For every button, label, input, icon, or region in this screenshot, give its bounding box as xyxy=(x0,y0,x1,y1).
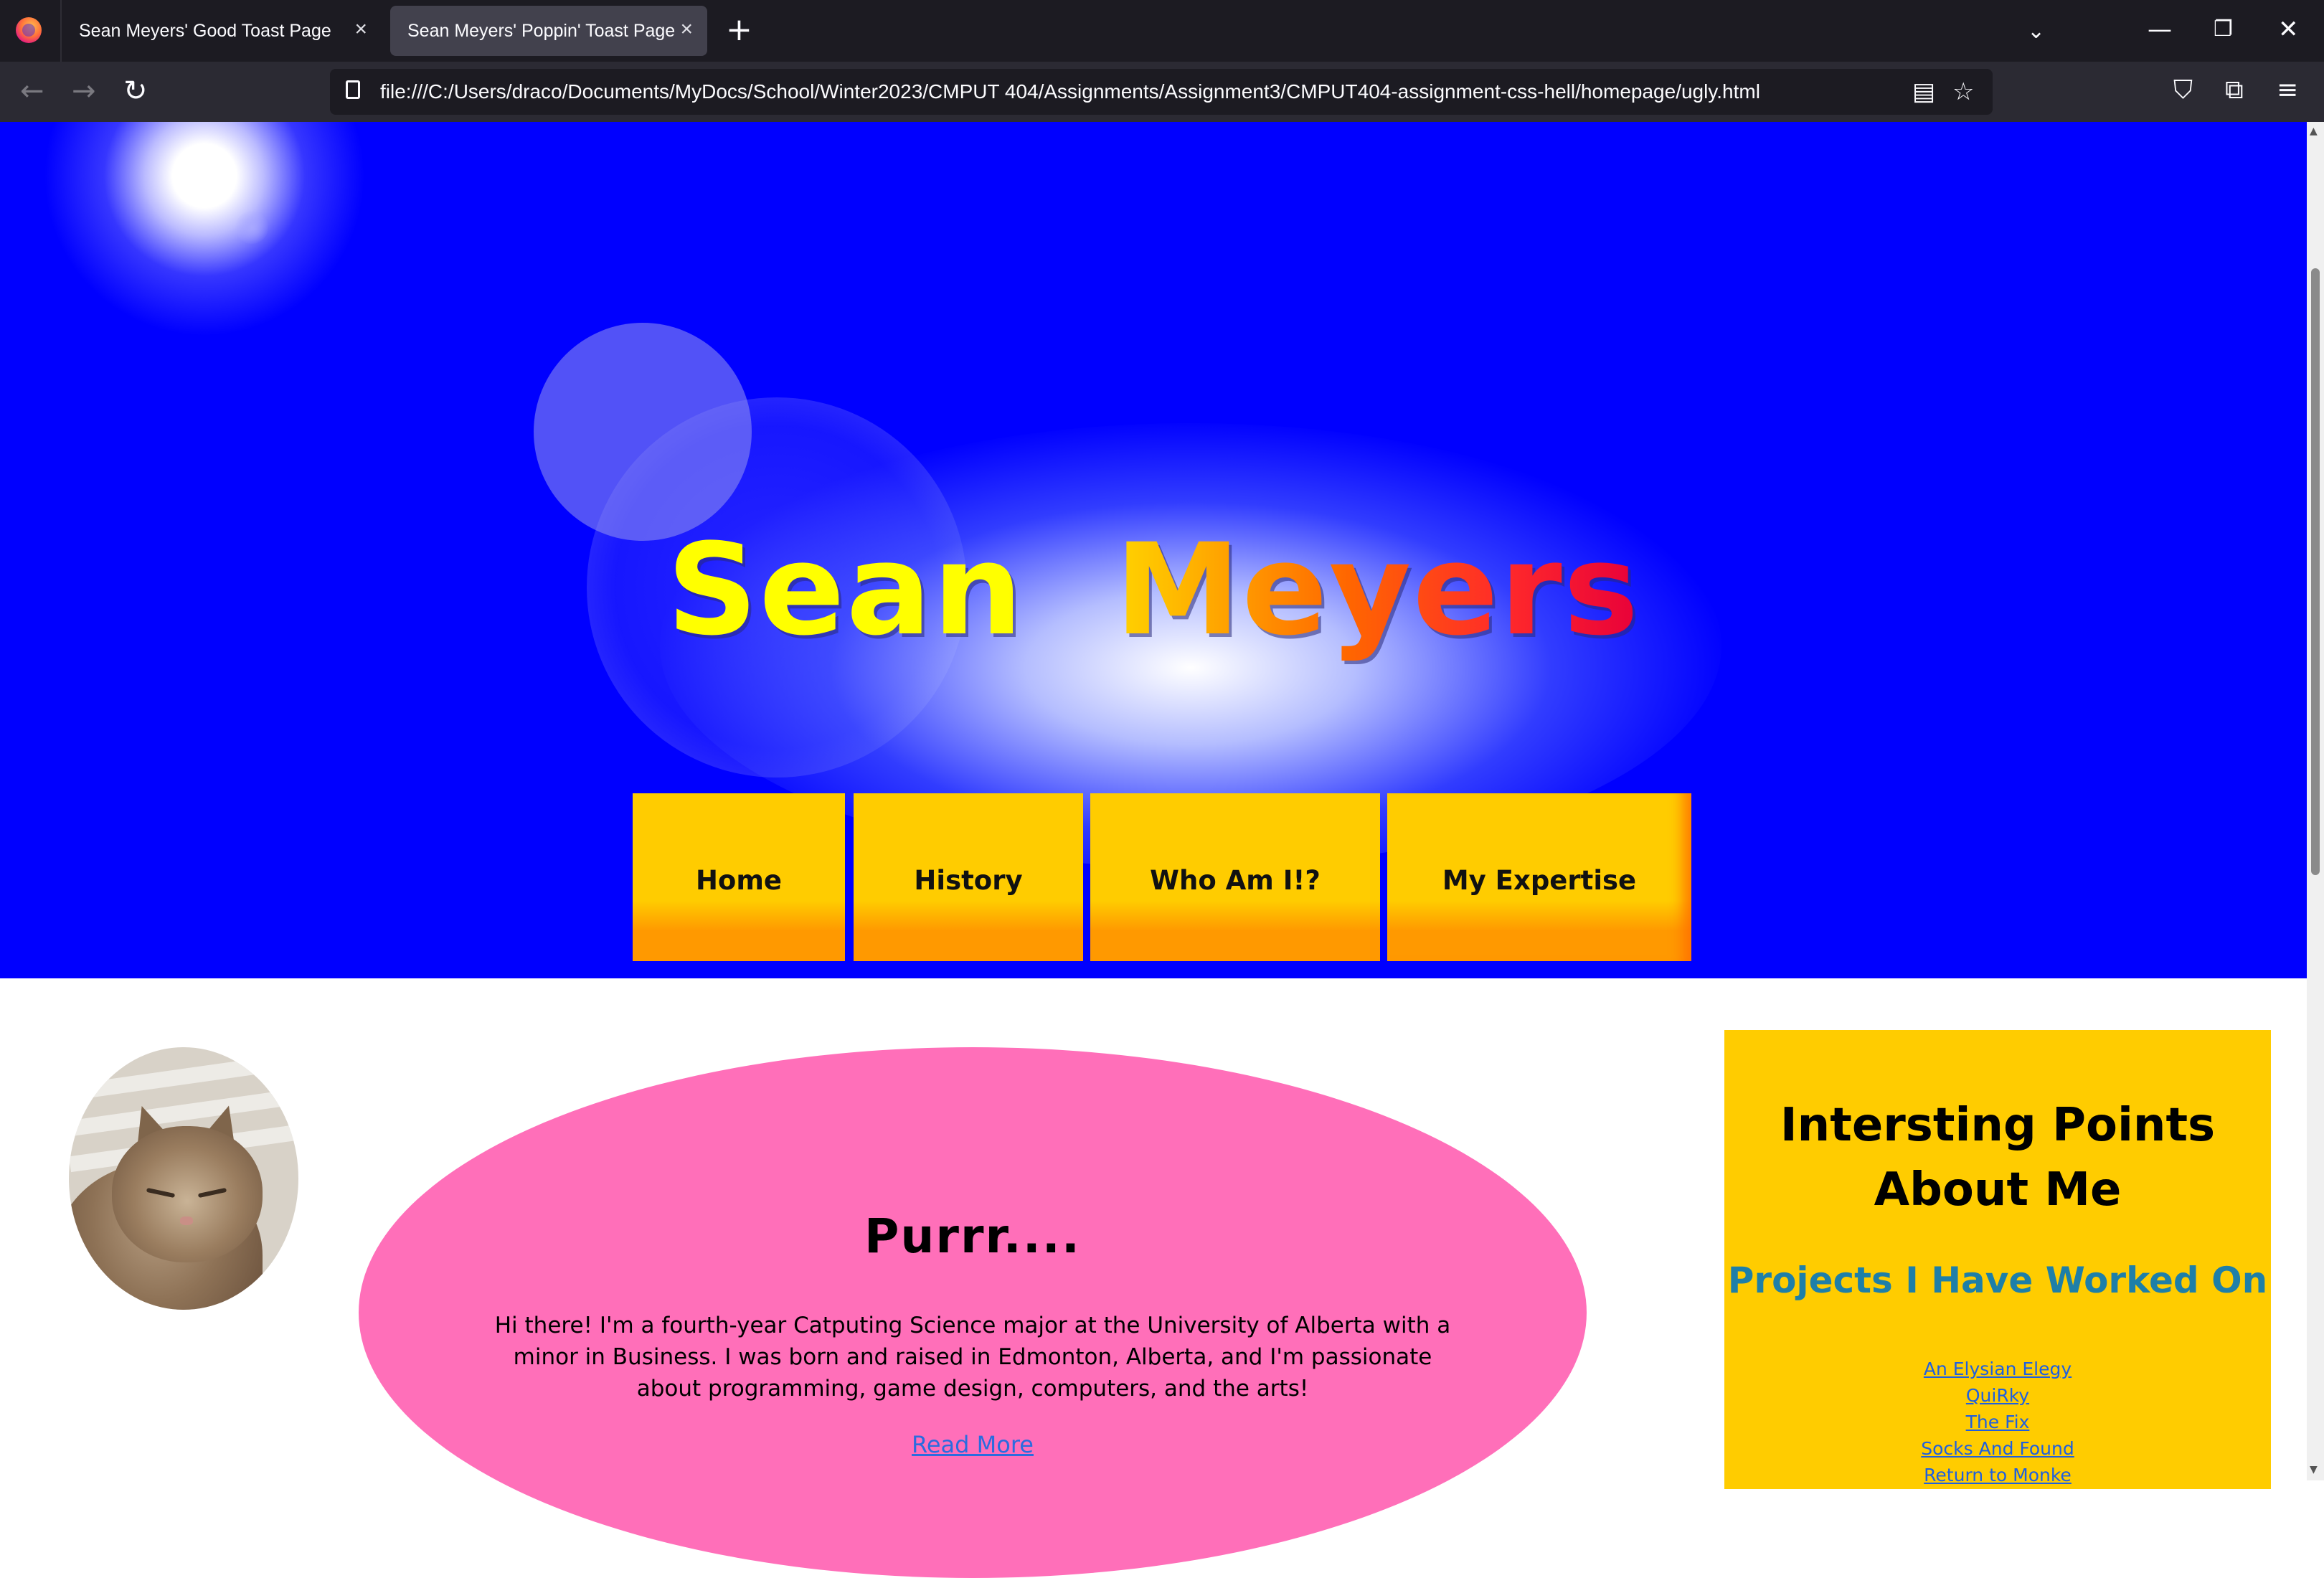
read-more-link[interactable]: Read More xyxy=(359,1429,1587,1460)
project-link-return-to-monke[interactable]: Return to Monke xyxy=(1724,1462,2271,1488)
page-header: Sean Meyers Home History Who Am I!? My E… xyxy=(0,122,2307,978)
interesting-points-sidebar: Intersting Points About Me Projects I Ha… xyxy=(1724,1030,2271,1489)
projects-list: An Elysian Elegy QuiRky The Fix Socks An… xyxy=(1724,1356,2271,1488)
nav-label: History xyxy=(914,864,1023,896)
nav-item-history[interactable]: History xyxy=(854,793,1083,961)
site-title-text: Sean Meyers xyxy=(667,516,1640,663)
project-link-elysian-elegy[interactable]: An Elysian Elegy xyxy=(1724,1356,2271,1382)
scroll-down-arrow-icon[interactable]: ▼ xyxy=(2310,1465,2318,1475)
page-icon xyxy=(346,80,360,99)
page-scrollbar[interactable]: ▲ ▼ xyxy=(2307,122,2324,1480)
flare-dot-decoration xyxy=(235,211,268,244)
tab-close-icon[interactable]: × xyxy=(354,17,367,42)
nav-label: Who Am I!? xyxy=(1150,864,1321,896)
project-link-socks-and-found[interactable]: Socks And Found xyxy=(1724,1435,2271,1462)
minimize-icon[interactable]: — xyxy=(2148,11,2172,47)
menu-icon[interactable]: ≡ xyxy=(2277,75,2298,106)
bio-heading: Purrr.... xyxy=(864,1209,1081,1264)
project-link-the-fix[interactable]: The Fix xyxy=(1724,1409,2271,1435)
tab-poppin-toast-page[interactable]: Sean Meyers' Poppin' Toast Page × xyxy=(390,6,707,56)
firefox-logo-icon[interactable] xyxy=(16,17,42,43)
reload-icon[interactable]: ↻ xyxy=(123,75,148,108)
restore-icon[interactable]: ❐ xyxy=(2214,11,2233,47)
nav-item-my-expertise[interactable]: My Expertise xyxy=(1387,793,1691,961)
window-close-icon[interactable]: ✕ xyxy=(2278,11,2299,47)
sun-glow-decoration xyxy=(43,122,366,337)
nav-item-who-am-i[interactable]: Who Am I!? xyxy=(1090,793,1380,961)
title-last-name: Meyers xyxy=(1115,516,1640,663)
extensions-icon[interactable]: ⧉ xyxy=(2225,75,2244,106)
sidebar-title: Intersting Points About Me xyxy=(1780,1099,2216,1216)
bookmark-star-icon[interactable]: ☆ xyxy=(1952,77,1974,106)
tab-close-icon[interactable]: × xyxy=(680,17,693,42)
url-text[interactable]: file:///C:/Users/draco/Documents/MyDocs/… xyxy=(380,80,1760,103)
browser-navigation-bar: ← → ↻ file:///C:/Users/draco/Documents/M… xyxy=(0,62,2324,122)
forward-icon[interactable]: → xyxy=(72,75,96,108)
cat-profile-photo xyxy=(69,1047,298,1310)
cat-nose xyxy=(180,1216,193,1225)
scroll-up-arrow-icon[interactable]: ▲ xyxy=(2310,126,2318,136)
lens-flare-circle-decoration xyxy=(534,323,752,541)
title-first-name: Sean xyxy=(666,516,1024,663)
pocket-icon[interactable]: ⛉ xyxy=(2173,75,2193,106)
list-all-tabs-icon[interactable]: ⌄ xyxy=(2027,19,2045,44)
scrollbar-thumb[interactable] xyxy=(2311,268,2320,875)
back-icon[interactable]: ← xyxy=(20,75,44,108)
cat-head xyxy=(112,1126,263,1262)
tab-good-toast-page[interactable]: Sean Meyers' Good Toast Page × xyxy=(62,6,382,56)
nav-item-home[interactable]: Home xyxy=(633,793,845,961)
site-title: Sean Meyers xyxy=(0,515,2307,666)
reader-view-icon[interactable]: ▤ xyxy=(1912,77,1935,106)
address-bar[interactable]: file:///C:/Users/draco/Documents/MyDocs/… xyxy=(330,69,1993,115)
nav-label: Home xyxy=(695,864,783,896)
project-link-quirky[interactable]: QuiRky xyxy=(1724,1382,2271,1409)
bio-text: Hi there! I'm a fourth-year Catputing Sc… xyxy=(494,1313,1451,1402)
projects-heading: Projects I Have Worked On xyxy=(1727,1260,2268,1301)
nav-label: My Expertise xyxy=(1442,864,1637,896)
new-tab-icon[interactable]: + xyxy=(726,13,752,47)
tab-title: Sean Meyers' Good Toast Page xyxy=(79,21,331,41)
tab-title: Sean Meyers' Poppin' Toast Page xyxy=(407,21,676,41)
browser-tab-bar: Sean Meyers' Good Toast Page × Sean Meye… xyxy=(0,0,2324,62)
